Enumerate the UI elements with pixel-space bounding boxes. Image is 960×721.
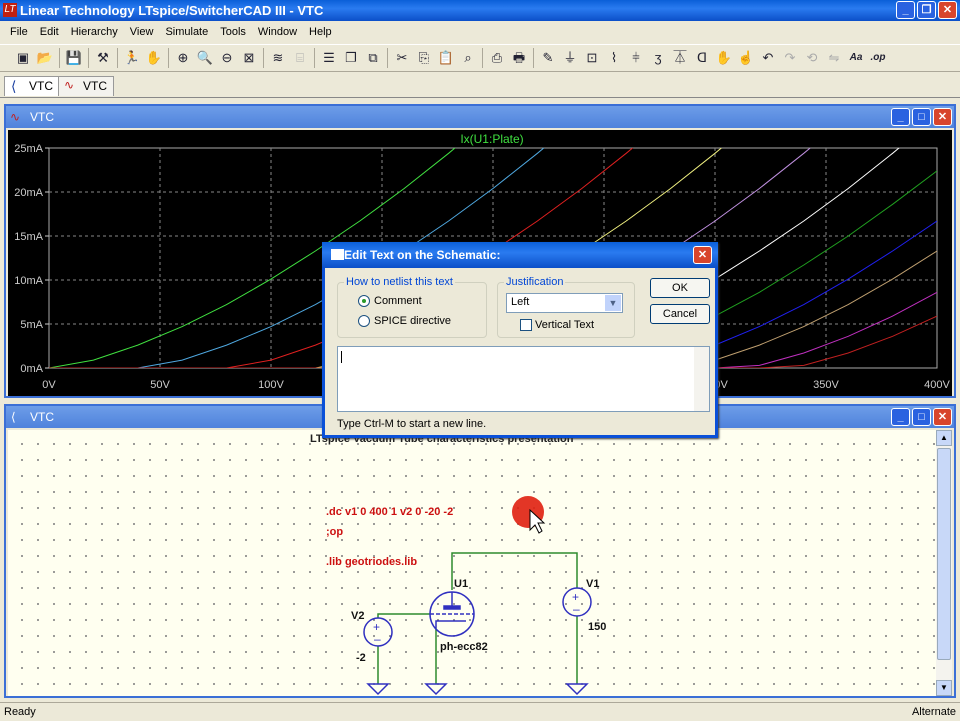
dialog-hint: Type Ctrl-M to start a new line.	[337, 418, 487, 430]
justification-label: Justification	[504, 276, 566, 288]
checkbox-label: Vertical Text	[535, 319, 595, 331]
dialog-close-button[interactable]: ✕	[693, 246, 712, 264]
u1-label[interactable]: U1	[454, 578, 468, 590]
radio-comment[interactable]: Comment	[358, 295, 422, 308]
voltage-source-v1-symbol[interactable]: +–	[562, 587, 592, 617]
netlist-group-label: How to netlist this text	[344, 276, 455, 288]
u1-model[interactable]: ph-ecc82	[440, 641, 488, 653]
text-input[interactable]	[337, 346, 710, 412]
checkbox[interactable]	[520, 319, 532, 332]
v1-value[interactable]: 150	[588, 621, 606, 633]
edit-text-dialog: Edit Text on the Schematic: ✕ How to net…	[322, 242, 718, 438]
radio-label: SPICE directive	[374, 315, 452, 327]
directive-dc[interactable]: .dc v1 0 400 1 v2 0 -20 -2	[326, 506, 453, 518]
text-caret	[341, 351, 342, 363]
vertical-text-checkbox[interactable]: Vertical Text	[520, 319, 595, 332]
radio-button[interactable]	[358, 315, 370, 328]
status-bar: Ready Alternate	[0, 702, 960, 720]
text-scrollbar[interactable]	[694, 347, 709, 411]
justification-select[interactable]: Left ▼	[506, 293, 623, 313]
directive-lib[interactable]: .lib geotriodes.lib	[326, 556, 417, 568]
svg-text:–: –	[374, 632, 381, 646]
dialog-window-icon	[331, 249, 344, 260]
justification-value: Left	[511, 296, 530, 308]
directive-op[interactable]: ;op	[326, 526, 343, 538]
dialog-titlebar: Edit Text on the Schematic: ✕	[322, 242, 718, 268]
justification-group: Justification Left ▼ Vertical Text	[497, 276, 635, 338]
ok-button[interactable]: OK	[650, 278, 710, 298]
svg-text:–: –	[573, 602, 580, 616]
v2-label[interactable]: V2	[351, 610, 364, 622]
radio-spice-directive[interactable]: SPICE directive	[358, 315, 452, 328]
netlist-group: How to netlist this text Comment SPICE d…	[337, 276, 487, 338]
voltage-source-v2-symbol[interactable]: +–	[363, 617, 393, 647]
triode-u1-symbol[interactable]	[429, 591, 475, 637]
cancel-button[interactable]: Cancel	[650, 304, 710, 324]
ground-icon[interactable]	[366, 683, 589, 696]
v2-value[interactable]: -2	[356, 652, 366, 664]
chevron-down-icon[interactable]: ▼	[605, 295, 621, 311]
status-left: Ready	[4, 706, 36, 718]
dialog-title: Edit Text on the Schematic:	[344, 248, 501, 262]
radio-button[interactable]	[358, 295, 370, 308]
v1-label[interactable]: V1	[586, 578, 599, 590]
radio-label: Comment	[374, 295, 422, 307]
status-right: Alternate	[911, 706, 956, 718]
wires	[377, 552, 578, 684]
